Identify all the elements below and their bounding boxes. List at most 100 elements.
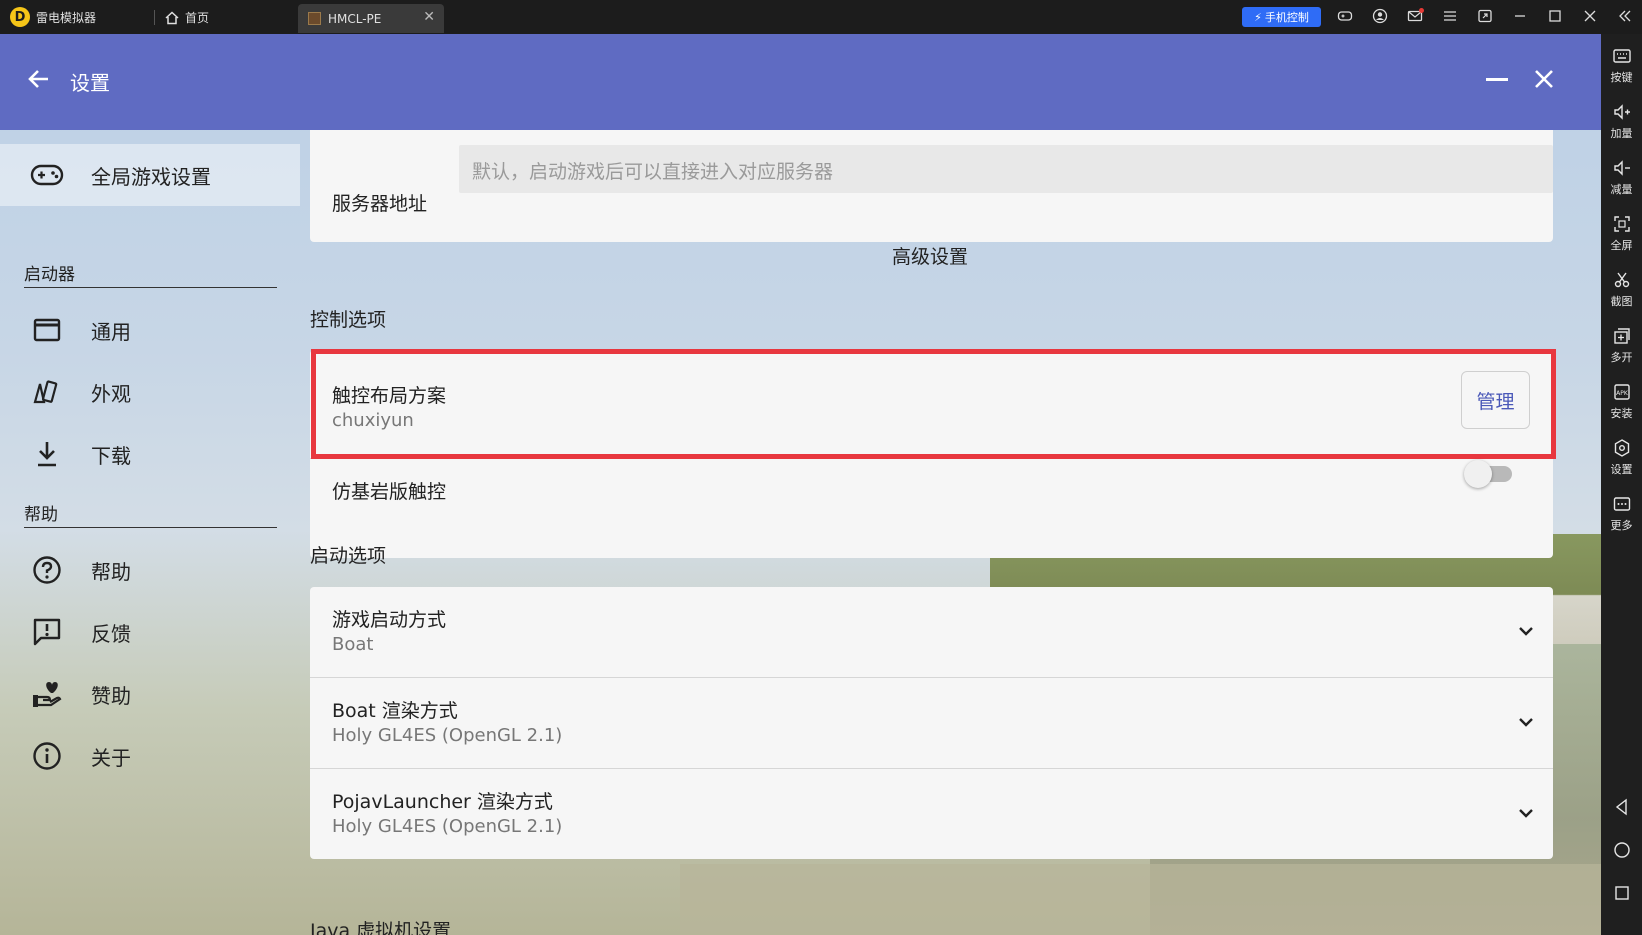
notification-dot (1419, 8, 1424, 13)
launch-options-card: 游戏启动方式 Boat Boat 渲染方式 Holy GL4ES (OpenGL… (310, 587, 1553, 859)
square-recents-icon (1614, 886, 1629, 900)
close-icon[interactable] (1581, 8, 1599, 26)
triangle-back-icon (1615, 798, 1627, 816)
android-back-button[interactable] (1601, 797, 1642, 820)
maximize-icon[interactable] (1546, 8, 1564, 26)
tab-close-icon[interactable]: ✕ (423, 9, 435, 25)
fullscreen-icon (1613, 216, 1630, 232)
info-icon (30, 739, 64, 773)
menu-icon[interactable] (1441, 8, 1459, 26)
account-icon[interactable] (1371, 8, 1389, 26)
chevron-down-icon[interactable] (1516, 621, 1536, 641)
nav-label-feedback: 反馈 (91, 621, 131, 646)
nav-section-help: 帮助 (24, 500, 277, 528)
toolbar-settings-label: 设置 (1610, 463, 1633, 476)
nav-section-launcher: 启动器 (24, 260, 277, 288)
boat-render-label: Boat 渲染方式 (332, 700, 458, 722)
donate-hand-heart-icon (30, 677, 64, 711)
toggle-thumb (1464, 460, 1492, 488)
toolbar-install-apk[interactable]: APK 安装 (1601, 382, 1642, 421)
back-arrow-icon[interactable] (26, 66, 52, 92)
toolbar-multi-instance-label: 多开 (1610, 351, 1633, 364)
page-title: 设置 (70, 71, 110, 95)
pojav-render-row[interactable]: PojavLauncher 渲染方式 Holy GL4ES (OpenGL 2.… (310, 769, 1553, 859)
launch-mode-value: Boat (332, 634, 374, 655)
chevron-down-icon[interactable] (1516, 803, 1536, 823)
scissors-icon (1614, 272, 1629, 288)
close-app-icon[interactable] (1532, 67, 1556, 91)
nav-item-donate[interactable]: 赞助 (0, 666, 300, 722)
boat-render-value: Holy GL4ES (OpenGL 2.1) (332, 725, 563, 746)
server-address-input[interactable]: 默认，启动游戏后可以直接进入对应服务器 (459, 145, 1553, 193)
toolbar-volume-up-label: 加量 (1610, 127, 1633, 140)
tab-hmcl-pe[interactable]: HMCL-PE ✕ (298, 4, 444, 33)
android-recents-button[interactable] (1601, 883, 1642, 906)
minimize-icon[interactable] (1511, 8, 1529, 26)
nav-label-download: 下载 (91, 443, 131, 468)
toolbar-settings[interactable]: 设置 (1601, 438, 1642, 477)
home-icon (165, 10, 179, 24)
gamepad-icon[interactable] (1336, 8, 1354, 26)
app-name: 雷电模拟器 (36, 10, 97, 25)
pojav-render-label: PojavLauncher 渲染方式 (332, 791, 553, 813)
java-vm-settings-heading: Java 虚拟机设置 (310, 920, 452, 935)
feedback-icon (30, 615, 64, 649)
advanced-settings-heading[interactable]: 高级设置 (892, 242, 968, 269)
nav-item-about[interactable]: 关于 (0, 728, 300, 784)
toolbar-keymap[interactable]: 按键 (1601, 46, 1642, 85)
nav-label-donate: 赞助 (91, 683, 131, 708)
phone-control-label: 手机控制 (1264, 11, 1309, 24)
nav-label-general: 通用 (91, 319, 131, 344)
circle-home-icon (1613, 842, 1630, 858)
emulator-side-toolbar: 按键 加量 减量 全屏 截图 多开 APK 安装 设置 更多 (1601, 34, 1642, 935)
nav-item-download[interactable]: 下载 (0, 426, 300, 482)
multi-instance-icon (1613, 328, 1630, 344)
toolbar-volume-down[interactable]: 减量 (1601, 158, 1642, 197)
svg-text:APK: APK (1616, 390, 1629, 397)
phone-control-button[interactable]: ⚡ 手机控制 (1242, 7, 1321, 27)
nav-item-general[interactable]: 通用 (0, 302, 300, 358)
toolbar-fullscreen-label: 全屏 (1610, 239, 1633, 252)
toolbar-keymap-label: 按键 (1610, 71, 1633, 84)
emulator-window: D 雷电模拟器 首页 HMCL-PE ✕ ⚡ 手机控制 设置 全局游戏设置 启动… (0, 0, 1642, 935)
server-address-placeholder: 默认，启动游戏后可以直接进入对应服务器 (472, 161, 834, 183)
keyboard-icon (1612, 49, 1631, 63)
volume-down-icon (1613, 160, 1630, 176)
server-address-label: 服务器地址 (332, 193, 428, 215)
apk-icon: APK (1613, 384, 1630, 400)
launch-mode-label: 游戏启动方式 (332, 609, 447, 631)
screen-cast-icon[interactable] (1476, 8, 1494, 26)
bedrock-touch-toggle[interactable] (1464, 457, 1516, 489)
android-home-button[interactable] (1601, 840, 1642, 863)
lightning-icon: ⚡ (1254, 10, 1262, 24)
highlight-box (311, 349, 1556, 459)
toolbar-screenshot[interactable]: 截图 (1601, 270, 1642, 309)
nav-item-help[interactable]: 帮助 (0, 542, 300, 598)
cards-icon (30, 375, 64, 409)
nav-item-global-game-settings[interactable]: 全局游戏设置 (0, 144, 300, 206)
titlebar-divider (154, 10, 155, 25)
tab-home[interactable]: 首页 (165, 9, 209, 26)
toolbar-fullscreen[interactable]: 全屏 (1601, 214, 1642, 253)
mail-icon[interactable] (1406, 8, 1424, 26)
boat-render-row[interactable]: Boat 渲染方式 Holy GL4ES (OpenGL 2.1) (310, 678, 1553, 768)
tab-home-label: 首页 (185, 11, 210, 25)
tab-hmcl-pe-label: HMCL-PE (328, 11, 382, 26)
gear-icon (1614, 439, 1629, 457)
collapse-sidebar-icon[interactable] (1616, 8, 1634, 26)
toolbar-multi-instance[interactable]: 多开 (1601, 326, 1642, 365)
minecraft-block-icon (308, 12, 321, 25)
nav-item-appearance[interactable]: 外观 (0, 364, 300, 420)
launch-options-heading: 启动选项 (310, 545, 387, 567)
nav-item-feedback[interactable]: 反馈 (0, 604, 300, 660)
toolbar-volume-up[interactable]: 加量 (1601, 102, 1642, 141)
nav-label-appearance: 外观 (91, 381, 131, 406)
launch-mode-row[interactable]: 游戏启动方式 Boat (310, 587, 1553, 677)
bedrock-touch-row[interactable]: 仿基岩版触控 (310, 459, 1553, 558)
chevron-down-icon[interactable] (1516, 712, 1536, 732)
toolbar-more[interactable]: 更多 (1601, 494, 1642, 533)
download-icon (30, 437, 64, 471)
toolbar-more-label: 更多 (1610, 519, 1633, 532)
minimize-app-icon[interactable] (1486, 78, 1508, 81)
toolbar-install-label: 安装 (1610, 407, 1633, 420)
